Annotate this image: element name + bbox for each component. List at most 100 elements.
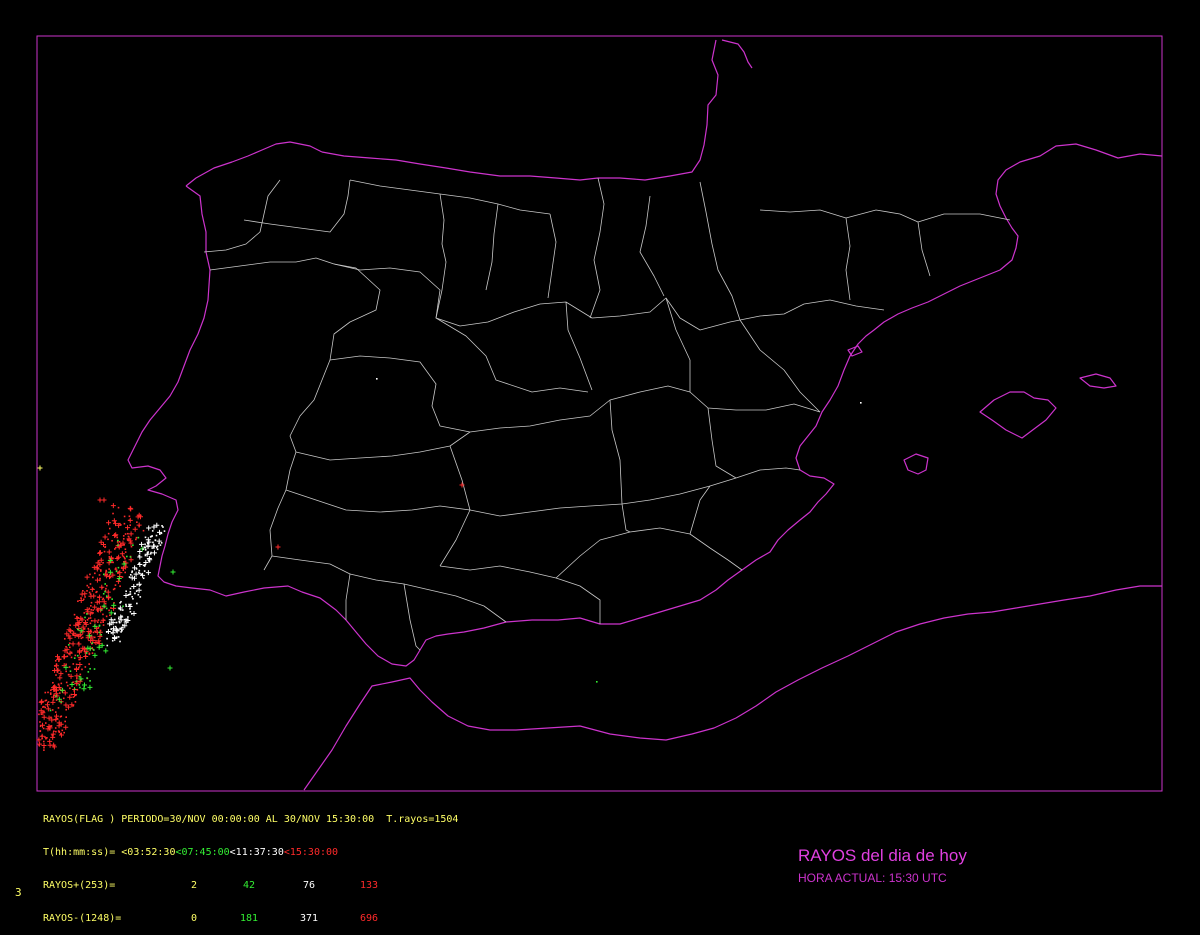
strike-mark <box>121 609 124 611</box>
strike-mark <box>70 656 73 659</box>
strike-mark <box>41 742 47 748</box>
strike-mark <box>144 554 147 557</box>
strike-mark <box>84 596 86 598</box>
strike-mark <box>105 595 108 597</box>
strike-mark <box>52 668 58 674</box>
corner-number: 3 <box>15 886 22 899</box>
strike-mark <box>117 539 119 542</box>
negative-count-1: 0 <box>190 913 198 924</box>
strike-mark <box>79 686 81 689</box>
strike-mark <box>96 610 99 612</box>
strike-mark <box>86 619 89 621</box>
strike-mark <box>108 556 111 558</box>
strike-mark <box>151 530 154 532</box>
strike-mark <box>77 600 79 603</box>
positive-count-2: 42 <box>242 880 256 891</box>
strike-mark <box>108 568 110 570</box>
strike-mark <box>127 505 133 511</box>
strike-mark <box>131 571 133 574</box>
strike-mark <box>102 534 108 540</box>
strike-mark <box>117 617 120 620</box>
strike-mark <box>106 584 108 587</box>
strike-mark <box>76 677 78 679</box>
strike-mark <box>89 583 92 585</box>
strike-mark <box>118 607 121 610</box>
strike-mark <box>39 725 42 728</box>
strike-mark <box>137 536 140 539</box>
strike-mark <box>142 577 145 580</box>
strike-mark <box>142 548 145 550</box>
strike-mark <box>126 619 129 621</box>
strike-mark <box>50 734 56 740</box>
strike-mark <box>102 597 105 600</box>
strike-mark <box>69 630 72 633</box>
positive-count-1: 2 <box>190 880 198 891</box>
strike-mark <box>53 694 55 697</box>
strike-mark <box>77 642 80 644</box>
strike-mark <box>89 622 92 625</box>
strike-mark <box>99 577 101 580</box>
strike-mark <box>139 596 142 598</box>
strike-mark <box>43 710 45 713</box>
strike-mark <box>83 612 86 614</box>
time-interval-3: <11:37:30 <box>229 847 284 858</box>
strike-mark <box>114 613 116 615</box>
strike-mark <box>72 681 74 683</box>
strike-mark <box>79 673 82 676</box>
strike-mark <box>87 671 90 673</box>
strike-mark <box>104 546 106 549</box>
strike-mark <box>50 716 52 719</box>
strike-mark <box>163 530 166 532</box>
strike-mark <box>126 555 128 558</box>
strike-mark <box>50 725 53 727</box>
positive-count-3: 76 <box>302 880 316 891</box>
strike-mark <box>150 535 153 538</box>
strike-mark <box>111 518 117 524</box>
strike-mark <box>104 590 106 593</box>
strike-mark <box>161 524 163 527</box>
strike-mark <box>104 583 106 585</box>
strike-mark <box>111 635 117 641</box>
strike-mark <box>137 562 143 568</box>
strike-mark <box>111 598 113 600</box>
strike-mark <box>123 618 126 621</box>
strike-mark <box>132 597 134 600</box>
strike-mark <box>140 573 143 576</box>
strike-mark <box>131 584 137 590</box>
strike-mark <box>90 609 93 611</box>
strike-mark <box>98 539 104 545</box>
strike-mark <box>110 632 113 634</box>
strike-mark <box>135 568 138 570</box>
strike-mark <box>167 665 173 671</box>
stats-block: RAYOS(FLAG ) PERIODO=30/NOV 00:00:00 AL … <box>43 792 458 935</box>
strike-mark <box>72 704 75 707</box>
strike-mark <box>51 709 54 711</box>
strike-mark <box>108 609 110 612</box>
strike-mark <box>67 635 73 641</box>
strike-mark <box>92 618 98 624</box>
strike-mark <box>55 730 57 733</box>
flag-label: RAYOS(FLAG ) <box>43 814 116 825</box>
strike-mark <box>137 549 143 555</box>
strike-mark <box>66 684 69 687</box>
strike-mark <box>78 684 81 686</box>
strike-mark <box>57 675 63 681</box>
strike-mark <box>125 603 127 606</box>
strike-mark <box>100 633 103 636</box>
strike-mark <box>107 538 109 541</box>
strike-mark <box>125 525 131 531</box>
strike-mark <box>52 699 55 701</box>
strike-mark <box>135 590 138 593</box>
strike-mark <box>77 662 83 668</box>
strike-mark <box>80 597 82 599</box>
strike-mark <box>115 570 118 573</box>
strike-mark <box>69 670 72 672</box>
strike-mark <box>92 588 94 590</box>
strike-mark <box>128 531 134 537</box>
strike-mark <box>91 642 93 644</box>
strike-mark <box>73 688 76 690</box>
strike-mark <box>102 613 104 616</box>
strike-mark <box>111 639 114 642</box>
strike-mark <box>62 697 65 700</box>
strike-mark <box>136 602 138 605</box>
